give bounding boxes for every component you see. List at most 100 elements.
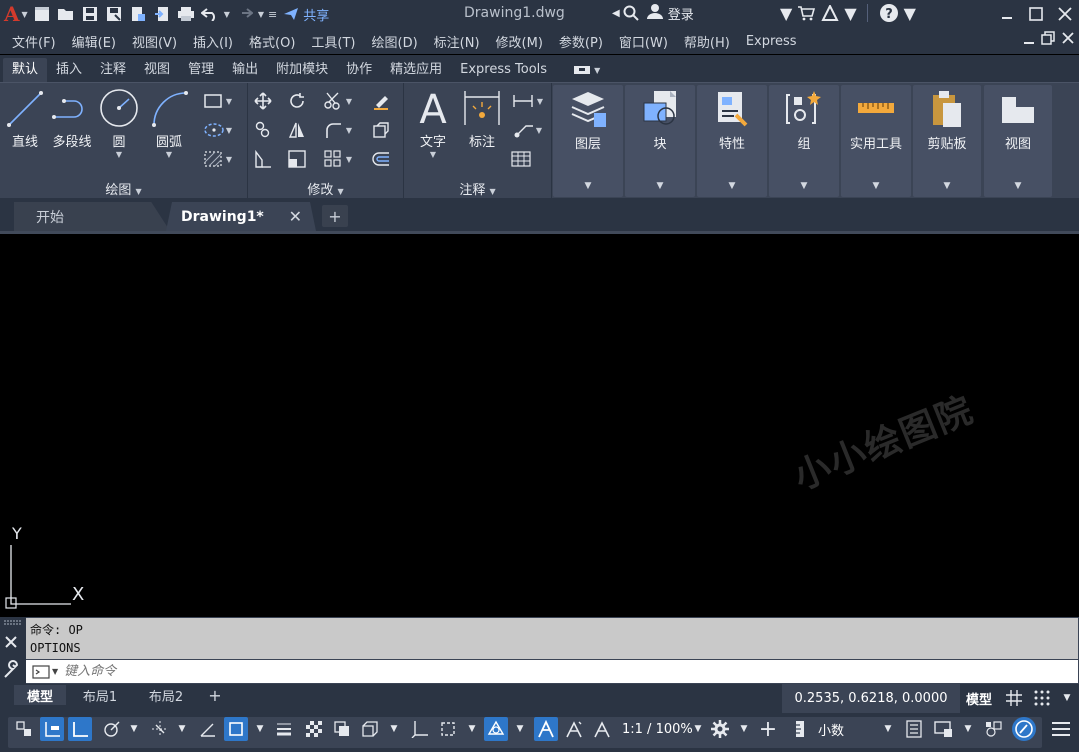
user-icon[interactable] <box>646 3 664 23</box>
lineweight-icon[interactable] <box>272 717 296 741</box>
tab-start[interactable]: 开始 <box>14 202 170 231</box>
mirror-tool[interactable] <box>284 118 310 142</box>
maximize-icon[interactable] <box>1021 0 1050 28</box>
scale-tool[interactable] <box>284 147 310 171</box>
menu-parametric[interactable]: 参数(P) <box>551 32 611 51</box>
object-snap-dropdown-icon[interactable]: ▼ <box>248 717 272 741</box>
open-file-icon[interactable] <box>55 3 77 25</box>
3d-osnap-dropdown-icon[interactable]: ▼ <box>382 717 406 741</box>
command-input[interactable] <box>64 664 965 679</box>
group-panel[interactable]: 组 ▼ <box>769 85 839 197</box>
circle-dropdown-icon[interactable]: ▼ <box>98 150 140 159</box>
offset-tool[interactable] <box>368 147 394 171</box>
annotation-panel-title[interactable]: 注释 ▼ <box>404 179 551 198</box>
osnap-tracking-dropdown-icon[interactable]: ▼ <box>170 717 194 741</box>
units-icon[interactable] <box>788 717 812 741</box>
menu-insert[interactable]: 插入(I) <box>185 32 241 51</box>
cart-icon[interactable] <box>796 5 816 21</box>
undo-dropdown-icon[interactable]: ▼ <box>224 10 230 19</box>
draw-panel-title[interactable]: 绘图 ▼ <box>0 179 247 198</box>
tab-model[interactable]: 模型 <box>14 685 66 705</box>
arc-tool[interactable]: 圆弧 ▼ <box>146 87 192 159</box>
polar-dropdown-icon[interactable]: ▼ <box>122 717 146 741</box>
snap-dropdown-icon[interactable]: ▼ <box>1055 686 1079 710</box>
search-icon[interactable] <box>620 5 642 21</box>
save-icon[interactable] <box>79 3 101 25</box>
dynamic-input-icon[interactable] <box>40 717 64 741</box>
menu-format[interactable]: 格式(O) <box>241 32 303 51</box>
rectangle-tool[interactable]: ▼ <box>198 89 238 113</box>
snap-icon[interactable] <box>1030 686 1054 710</box>
polar-tracking-icon[interactable] <box>100 717 124 741</box>
circle-tool[interactable]: 圆 ▼ <box>98 87 140 159</box>
dimension-tool[interactable]: 标注 <box>460 87 504 150</box>
doc-restore-icon[interactable] <box>1041 30 1055 46</box>
tab-express-tools[interactable]: Express Tools <box>451 58 556 82</box>
grid-icon[interactable] <box>1002 686 1026 710</box>
new-tab-button[interactable]: + <box>322 205 348 227</box>
linear-dim-tool[interactable]: ▼ <box>508 89 548 113</box>
menu-window[interactable]: 窗口(W) <box>611 32 676 51</box>
menu-modify[interactable]: 修改(M) <box>488 32 551 51</box>
ellipse-tool[interactable]: ▼ <box>198 118 238 142</box>
annotation-scale-value[interactable]: 1:1 / 100% <box>622 717 693 741</box>
table-tool[interactable] <box>508 147 534 171</box>
hardware-acceleration-icon[interactable] <box>1012 717 1036 741</box>
close-tab-icon[interactable]: ✕ <box>289 207 302 226</box>
line-tool[interactable]: 直线 <box>4 87 46 150</box>
minimize-icon[interactable] <box>992 0 1021 28</box>
move-tool[interactable] <box>250 89 276 113</box>
tab-layout2[interactable]: 布局2 <box>138 685 194 705</box>
a360-dropdown-icon[interactable]: ▼ <box>844 4 856 23</box>
arc-dropdown-icon[interactable]: ▼ <box>146 150 192 159</box>
plot-icon[interactable] <box>175 3 197 25</box>
ortho-mode-icon[interactable] <box>68 717 92 741</box>
menu-help[interactable]: 帮助(H) <box>676 32 738 51</box>
tab-manage[interactable]: 管理 <box>179 58 223 82</box>
application-menu-button[interactable]: A <box>4 2 20 26</box>
menu-edit[interactable]: 编辑(E) <box>64 32 124 51</box>
open-web-icon[interactable] <box>127 3 149 25</box>
customization-menu-icon[interactable] <box>1048 717 1074 741</box>
redo-icon[interactable] <box>233 3 255 25</box>
isolate-objects-icon[interactable] <box>982 717 1006 741</box>
lock-ui-icon[interactable] <box>932 717 956 741</box>
stretch-tool[interactable] <box>250 147 276 171</box>
tab-collaborate[interactable]: 协作 <box>337 58 381 82</box>
tab-insert[interactable]: 插入 <box>47 58 91 82</box>
auto-scale-icon[interactable] <box>562 717 586 741</box>
fillet-tool[interactable]: ▼ <box>318 118 358 142</box>
dynamic-ucs-icon[interactable] <box>408 717 432 741</box>
tab-addins[interactable]: 附加模块 <box>267 58 337 82</box>
workspace-gear-icon[interactable] <box>708 717 732 741</box>
close-icon[interactable] <box>1050 0 1079 28</box>
lock-ui-dropdown-icon[interactable]: ▼ <box>956 717 980 741</box>
command-prompt-icon[interactable]: ▼ <box>32 664 58 679</box>
text-dropdown-icon[interactable]: ▼ <box>412 150 454 159</box>
selection-filter-dropdown-icon[interactable]: ▼ <box>460 717 484 741</box>
text-tool[interactable]: A 文字 ▼ <box>412 87 454 159</box>
menu-draw[interactable]: 绘图(D) <box>364 32 426 51</box>
units-value[interactable]: 小数 <box>818 717 844 741</box>
coordinates-display[interactable]: 0.2535, 0.6218, 0.0000 <box>782 684 960 713</box>
share-button[interactable]: 共享 <box>283 5 329 24</box>
ribbon-minimize-button[interactable]: ▼ <box>574 58 600 82</box>
quick-properties-icon[interactable] <box>902 717 926 741</box>
tab-layout1[interactable]: 布局1 <box>72 685 128 705</box>
tab-view[interactable]: 视图 <box>135 58 179 82</box>
polyline-tool[interactable]: 多段线 <box>48 87 96 150</box>
properties-panel[interactable]: 特性 ▼ <box>697 85 767 197</box>
trim-tool[interactable]: ▼ <box>318 89 358 113</box>
object-snap-icon[interactable] <box>224 717 248 741</box>
undo-icon[interactable] <box>199 3 221 25</box>
workspace-dropdown-icon[interactable]: ▼ <box>732 717 756 741</box>
copy-tool[interactable] <box>250 118 276 142</box>
menu-file[interactable]: 文件(F) <box>4 32 64 51</box>
selection-cycling-icon[interactable] <box>330 717 354 741</box>
selection-filter-icon[interactable] <box>436 717 460 741</box>
menu-dimension[interactable]: 标注(N) <box>426 32 488 51</box>
menu-express[interactable]: Express <box>738 34 805 49</box>
infer-constraints-icon[interactable] <box>12 717 36 741</box>
login-link[interactable]: 登录 <box>668 4 694 23</box>
leader-tool[interactable]: ▼ <box>508 118 548 142</box>
